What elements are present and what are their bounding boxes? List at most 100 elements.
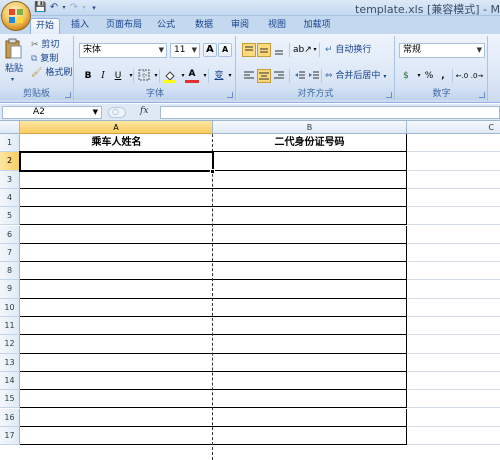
tab-review[interactable]: 审阅 (226, 18, 254, 34)
cell-b14[interactable] (213, 371, 407, 391)
row-header-8[interactable]: 8 (0, 262, 20, 281)
row-header-4[interactable]: 4 (0, 188, 20, 208)
cell-b3[interactable] (213, 170, 407, 189)
cell-c10[interactable] (407, 299, 500, 317)
cell-c17[interactable] (407, 427, 500, 446)
cell-c16[interactable] (407, 409, 500, 427)
cell-a9[interactable] (20, 280, 213, 299)
tab-formulas[interactable]: 公式 (152, 18, 180, 34)
row-header-12[interactable]: 12 (0, 335, 20, 354)
font-size-select[interactable]: 11 ▼ (170, 43, 200, 58)
increase-indent-button[interactable] (307, 69, 321, 83)
cell-b16[interactable] (213, 408, 407, 427)
customize-qat-icon[interactable]: ▾ (88, 2, 100, 14)
tab-data[interactable]: 数据 (190, 18, 218, 34)
cell-a15[interactable] (20, 390, 213, 409)
column-header-c[interactable]: C (407, 121, 500, 134)
column-header-a[interactable]: A (20, 121, 213, 134)
row-header-17[interactable]: 17 (0, 426, 20, 446)
cell-b10[interactable] (213, 298, 407, 317)
cell-b8[interactable] (213, 262, 407, 281)
font-color-dropdown-icon[interactable]: ▾ (198, 69, 212, 83)
cell-b5[interactable] (213, 207, 407, 226)
cell-c11[interactable] (407, 317, 500, 336)
cut-button[interactable]: ✂ 剪切 (31, 39, 59, 51)
align-left-button[interactable] (242, 69, 256, 83)
row-header-11[interactable]: 11 (0, 317, 20, 336)
office-button[interactable] (1, 1, 31, 31)
row-header-6[interactable]: 6 (0, 225, 20, 244)
tab-home[interactable]: 开始 (30, 18, 60, 34)
cell-c7[interactable] (407, 244, 500, 263)
align-middle-button[interactable] (257, 43, 271, 57)
row-header-5[interactable]: 5 (0, 207, 20, 226)
row-header-3[interactable]: 3 (0, 170, 20, 189)
row-header-10[interactable]: 10 (0, 298, 20, 317)
cell-b15[interactable] (213, 390, 407, 409)
merge-center-button[interactable]: ⇔ 合并后居中 ▾ (325, 70, 386, 83)
paste-button[interactable]: 粘贴 ▾ (3, 38, 25, 83)
cell-b13[interactable] (213, 353, 407, 372)
orientation-button[interactable]: ab↗ (293, 43, 312, 57)
cell-b12[interactable] (213, 335, 407, 354)
column-header-b[interactable]: B (213, 121, 407, 134)
cell-b17[interactable] (213, 426, 407, 446)
row-header-14[interactable]: 14 (0, 371, 20, 391)
cell-b11[interactable] (213, 317, 407, 336)
cell-a4[interactable] (20, 189, 213, 208)
cell-b2[interactable] (213, 152, 407, 171)
font-launcher-icon[interactable] (227, 92, 233, 98)
cell-a14[interactable] (20, 372, 213, 391)
italic-button[interactable]: I (96, 69, 110, 83)
cell-a5[interactable] (20, 207, 213, 226)
cell-c2[interactable] (407, 152, 500, 171)
row-header-7[interactable]: 7 (0, 243, 20, 263)
number-launcher-icon[interactable] (479, 92, 485, 98)
alignment-launcher-icon[interactable] (386, 92, 392, 98)
cell-a17[interactable] (20, 427, 213, 446)
cell-c13[interactable] (407, 354, 500, 372)
align-center-button[interactable] (257, 69, 271, 83)
comma-button[interactable]: , (436, 69, 450, 83)
name-box[interactable]: A2 ▼ (2, 106, 102, 119)
bold-button[interactable]: B (81, 69, 95, 83)
cell-a13[interactable] (20, 354, 213, 372)
wrap-text-button[interactable]: ↵ 自动换行 (325, 44, 371, 56)
select-all-corner[interactable] (0, 121, 20, 134)
cell-c5[interactable] (407, 207, 500, 226)
tab-insert[interactable]: 插入 (66, 18, 94, 34)
decrease-decimal-button[interactable]: .0→ (470, 69, 484, 83)
row-header-9[interactable]: 9 (0, 280, 20, 299)
cell-c14[interactable] (407, 372, 500, 391)
cell-c9[interactable] (407, 280, 500, 299)
font-name-select[interactable]: 宋体 ▼ (79, 43, 167, 58)
phonetic-dropdown-icon[interactable]: ▾ (223, 69, 237, 83)
insert-function-button[interactable]: fx (140, 106, 148, 116)
cell-b4[interactable] (213, 188, 407, 208)
cell-b6[interactable] (213, 225, 407, 244)
align-right-button[interactable] (272, 69, 286, 83)
cell-a6[interactable] (20, 226, 213, 244)
cell-b9[interactable] (213, 280, 407, 299)
row-header-2[interactable]: 2 (0, 152, 20, 171)
increase-decimal-button[interactable]: ←.0 (455, 69, 469, 83)
tab-page-layout[interactable]: 页面布局 (102, 18, 146, 34)
borders-dropdown-icon[interactable]: ▾ (149, 69, 163, 83)
cell-c1[interactable] (407, 134, 500, 153)
formula-input[interactable] (160, 106, 500, 119)
currency-button[interactable]: $ (399, 69, 413, 83)
cell-a7[interactable] (20, 244, 213, 263)
cell-a8[interactable] (20, 262, 213, 281)
cell-a11[interactable] (20, 317, 213, 336)
cell-b1[interactable]: 二代身份证号码 (213, 134, 407, 153)
row-header-16[interactable]: 16 (0, 408, 20, 427)
cell-c8[interactable] (407, 262, 500, 281)
clipboard-launcher-icon[interactable] (65, 92, 71, 98)
save-icon[interactable]: 💾 (34, 2, 46, 14)
align-top-button[interactable] (242, 43, 256, 57)
cell-a1[interactable]: 乘车人姓名 (20, 134, 213, 153)
underline-dropdown-icon[interactable]: ▾ (124, 69, 138, 83)
grow-font-button[interactable]: A (203, 43, 217, 57)
cell-a12[interactable] (20, 335, 213, 354)
decrease-indent-button[interactable] (293, 69, 307, 83)
